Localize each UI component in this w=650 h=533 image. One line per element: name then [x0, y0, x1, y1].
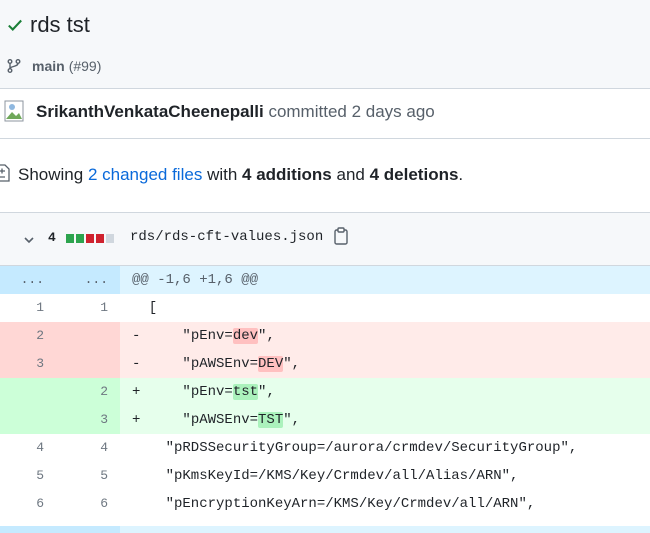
hunk-expand-old[interactable]: ...	[0, 266, 44, 294]
file-header: 4 rds/rds-cft-values.json	[0, 213, 650, 266]
summary-text: Showing 2 changed files with 4 additions…	[18, 165, 463, 185]
diffstat-bar-del	[86, 234, 94, 243]
diff-line-add: 2 + "pEnv=tst",	[0, 378, 650, 406]
new-line-number[interactable]: 3	[64, 406, 108, 434]
word-diff-highlight: TST	[258, 412, 284, 428]
code-text: "pEnv=	[148, 328, 233, 344]
commit-title: rds tst	[30, 12, 90, 37]
word-diff-highlight: dev	[232, 328, 259, 344]
old-line-number[interactable]: 3	[0, 350, 44, 378]
code-line: - "pEnv=dev",	[132, 322, 275, 350]
code-line: + "pAWSEnv=TST",	[132, 406, 300, 434]
word-diff-highlight: DEV	[258, 356, 284, 372]
avatar[interactable]	[4, 100, 24, 122]
pull-request-link[interactable]: (#99)	[69, 58, 102, 74]
hunk-footer	[0, 526, 650, 533]
branch-name[interactable]: main	[32, 58, 65, 74]
new-line-number[interactable]: 4	[64, 434, 108, 462]
hunk-header: ... ... @@ -1,6 +1,6 @@	[0, 266, 650, 294]
chevron-down-icon[interactable]	[22, 233, 36, 247]
code-text: "pKmsKeyId=/KMS/Key/Crmdev/all/Alias/ARN…	[132, 468, 519, 484]
new-line-number[interactable]: 1	[64, 294, 108, 322]
code-text-tail: ",	[258, 384, 275, 400]
diff-line-ctx: 66 "pEncryptionKeyArn=/KMS/Key/Crmdev/al…	[0, 490, 650, 518]
file-path[interactable]: rds/rds-cft-values.json	[130, 229, 323, 245]
hunk-expand-new[interactable]: ...	[64, 266, 108, 294]
summary-end: .	[458, 165, 464, 184]
code-line: + "pEnv=tst",	[132, 378, 275, 406]
summary-with: with	[207, 165, 238, 184]
old-line-number[interactable]	[0, 378, 44, 406]
diff-line-ctx: 55 "pKmsKeyId=/KMS/Key/Crmdev/all/Alias/…	[0, 462, 650, 490]
code-line: "pKmsKeyId=/KMS/Key/Crmdev/all/Alias/ARN…	[132, 462, 519, 490]
diff-line-ctx: 11 [	[0, 294, 650, 322]
code-text: "pEnv=	[148, 384, 233, 400]
new-line-number[interactable]	[64, 322, 108, 350]
code-line: "pEncryptionKeyArn=/KMS/Key/Crmdev/all/A…	[132, 490, 536, 518]
diff-line-ctx: 44 "pRDSSecurityGroup=/aurora/crmdev/Sec…	[0, 434, 650, 462]
old-line-number[interactable]: 1	[0, 294, 44, 322]
code-text: "pEncryptionKeyArn=/KMS/Key/Crmdev/all/A…	[132, 496, 536, 512]
diffstat-bars	[66, 234, 116, 243]
code-line: "pRDSSecurityGroup=/aurora/crmdev/Securi…	[132, 434, 578, 462]
code-text: [	[132, 300, 158, 316]
code-text: "pRDSSecurityGroup=/aurora/crmdev/Securi…	[132, 440, 578, 456]
old-line-number[interactable]: 2	[0, 322, 44, 350]
diffstat-bar-add	[66, 234, 74, 243]
code-text: "pAWSEnv=	[148, 412, 259, 428]
code-line: [	[132, 294, 157, 322]
file-change-count: 4	[48, 230, 56, 245]
summary-and: and	[336, 165, 365, 184]
diffstat-bar-del	[96, 234, 104, 243]
diff-marker: -	[132, 328, 141, 344]
word-diff-highlight: tst	[232, 384, 259, 400]
new-line-number[interactable]: 2	[64, 378, 108, 406]
git-branch-icon	[7, 59, 21, 73]
diff-line-add: 3 + "pAWSEnv=TST",	[0, 406, 650, 434]
commit-header: rds tst main (#99)	[0, 0, 650, 89]
diff-line-del: 2 - "pEnv=dev",	[0, 322, 650, 350]
old-line-number[interactable]: 6	[0, 490, 44, 518]
code-text-tail: ",	[283, 356, 301, 372]
commit-meta: SrikanthVenkataCheenepalli committed 2 d…	[0, 88, 650, 139]
commit-title-row: rds tst	[6, 12, 90, 38]
check-icon	[8, 19, 22, 31]
diff-marker: +	[132, 384, 141, 400]
diff-summary: Showing 2 changed files with 4 additions…	[0, 138, 650, 213]
changed-files-link[interactable]: 2 changed files	[88, 165, 202, 184]
code-line: - "pAWSEnv=DEV",	[132, 350, 300, 378]
additions-count: 4 additions	[242, 165, 332, 184]
diffstat-bar-neutral	[106, 234, 114, 243]
code-text-tail: ",	[283, 412, 301, 428]
branch-row: main (#99)	[6, 58, 101, 74]
old-line-number[interactable]	[0, 406, 44, 434]
summary-prefix: Showing	[18, 165, 84, 184]
old-line-number[interactable]: 4	[0, 434, 44, 462]
diff-marker: -	[132, 356, 141, 372]
new-line-number[interactable]: 5	[64, 462, 108, 490]
hunk-text: @@ -1,6 +1,6 @@	[132, 272, 259, 288]
diffstat-bar-add	[76, 234, 84, 243]
diff-line-del: 3 - "pAWSEnv=DEV",	[0, 350, 650, 378]
code-text-tail: ",	[258, 328, 275, 344]
diff-table: ... ... @@ -1,6 +1,6 @@ 11 [2- "pEnv=dev…	[0, 266, 650, 518]
diff-marker: +	[132, 412, 141, 428]
file-diff-icon	[0, 164, 10, 182]
code-text: "pAWSEnv=	[148, 356, 259, 372]
author-link[interactable]: SrikanthVenkataCheenepalli	[36, 102, 264, 121]
copy-icon[interactable]	[333, 227, 349, 245]
deletions-count: 4 deletions	[369, 165, 459, 184]
new-line-number[interactable]	[64, 350, 108, 378]
old-line-number[interactable]: 5	[0, 462, 44, 490]
commit-byline: SrikanthVenkataCheenepalli committed 2 d…	[36, 102, 435, 122]
commit-time: committed 2 days ago	[268, 102, 435, 121]
new-line-number[interactable]: 6	[64, 490, 108, 518]
